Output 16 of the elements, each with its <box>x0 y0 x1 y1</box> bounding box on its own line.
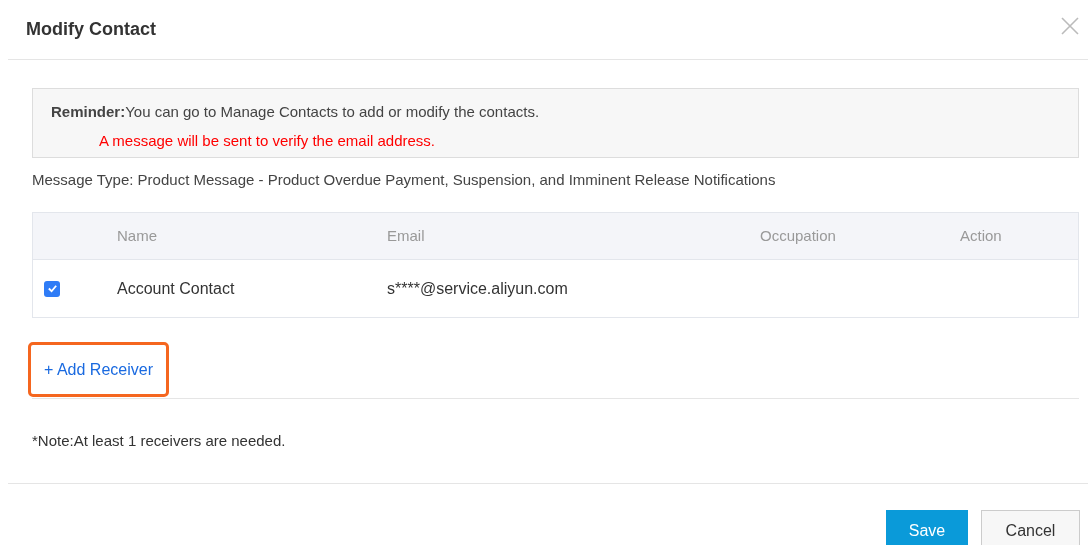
column-header: Occupation <box>760 226 836 244</box>
column-header: Email <box>387 226 425 244</box>
add-receiver-link[interactable]: + Add Receiver <box>28 342 169 397</box>
note-text: *Note:At least 1 receivers are needed. <box>32 432 286 449</box>
warning-text: A message will be sent to verify the email address. <box>98 130 436 151</box>
table-cell: Account Contact <box>117 279 235 297</box>
cancel-button[interactable]: Cancel <box>981 510 1080 545</box>
checkmark-icon <box>46 283 58 294</box>
dialog-title: Modify Contact <box>26 18 156 41</box>
column-header: Action <box>960 226 1002 244</box>
table-cell: s****@service.aliyun.com <box>387 279 568 297</box>
save-button[interactable]: Save <box>886 510 968 545</box>
column-header: Name <box>117 226 157 244</box>
row-checkbox[interactable] <box>44 280 60 297</box>
message-type: Message Type: Product Message - Product Overdue Payment, Suspension, and Imminent Release Notifications <box>32 171 776 188</box>
reminder-text: Reminder:You can go to Manage Contacts to add or modify the contacts. <box>51 102 541 122</box>
